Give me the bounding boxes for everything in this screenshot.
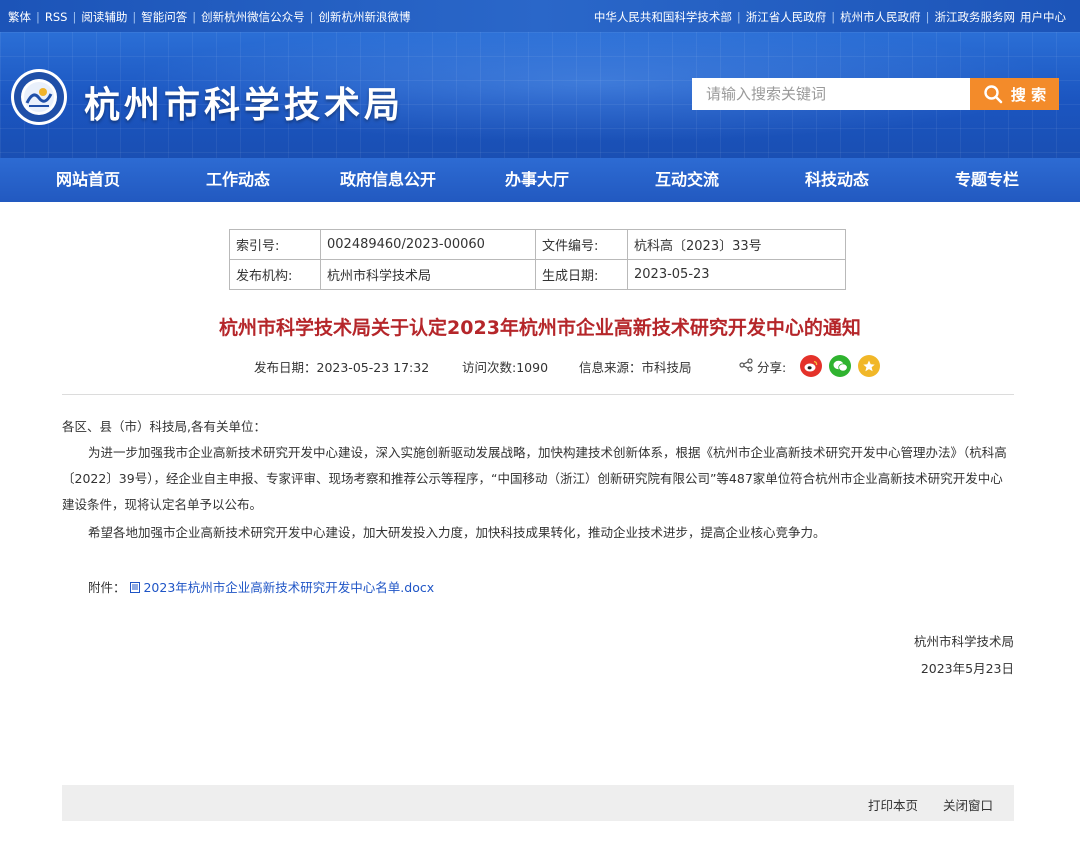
hangzhou-gov-link[interactable]: 杭州市人民政府	[840, 10, 921, 24]
content-divider	[62, 394, 1014, 395]
document-icon	[129, 582, 140, 593]
top-utility-bar: 繁体 | RSS | 阅读辅助 | 智能问答 | 创新杭州微信公众号 | 创新杭州新浪微博 中华人民…	[0, 0, 1080, 32]
close-window-button[interactable]: 关闭窗口	[943, 795, 993, 814]
nav-item-tech-news[interactable]: 科技动态	[805, 158, 869, 202]
weibo-share-icon[interactable]	[800, 355, 822, 377]
search-input[interactable]	[692, 78, 970, 110]
nav-item-work-news[interactable]: 工作动态	[206, 158, 270, 202]
wechat-share-icon[interactable]	[829, 355, 851, 377]
zjzwfw-link[interactable]: 浙江政务服务网	[935, 10, 1016, 24]
body-paragraph-1: 为进一步加强我市企业高新技术研究开发中心建设，深入实施创新驱动发展战略，加快构建…	[62, 445, 1007, 512]
zhejiang-gov-link[interactable]: 浙江省人民政府	[746, 10, 827, 24]
most-link[interactable]: 中华人民共和国科学技术部	[594, 10, 732, 24]
traditional-chinese-link[interactable]: 繁体	[8, 10, 31, 24]
signature-date: 2023年5月23日	[920, 661, 1014, 676]
nav-item-service-hall[interactable]: 办事大厅	[505, 158, 569, 202]
table-row: 索引号: 002489460/2023-00060 文件编号: 杭科高〔2023…	[229, 229, 846, 260]
table-row: 发布机构: 杭州市科学技术局 生成日期: 2023-05-23	[229, 259, 846, 290]
attachment-row: 附件： 2023年杭州市企业高新技术研究开发中心名单.docx	[88, 577, 434, 596]
index-label: 索引号:	[229, 229, 321, 260]
document-info-table: 索引号: 002489460/2023-00060 文件编号: 杭科高〔2023…	[229, 229, 846, 290]
doc-number-value: 杭科高〔2023〕33号	[627, 229, 846, 260]
attachment-file-link[interactable]: 2023年杭州市企业高新技术研究开发中心名单.docx	[143, 580, 434, 595]
generated-date-value: 2023-05-23	[627, 259, 846, 290]
nav-item-interaction[interactable]: 互动交流	[655, 158, 719, 202]
wechat-account-link[interactable]: 创新杭州微信公众号	[201, 10, 305, 24]
bureau-logo-icon	[11, 69, 67, 125]
publisher-value: 杭州市科学技术局	[320, 259, 536, 290]
salutation: 各区、县（市）科技局,各有关单位：	[62, 419, 266, 434]
site-header: 杭州市科学技术局 搜 索	[0, 32, 1080, 158]
search-button-label: 搜 索	[1010, 85, 1047, 104]
nav-item-home[interactable]: 网站首页	[56, 158, 120, 202]
generated-date-label: 生成日期:	[535, 259, 628, 290]
main-nav: 网站首页 工作动态 政府信息公开 办事大厅 互动交流 科技动态 专题专栏	[0, 158, 1080, 202]
nav-item-special-topics[interactable]: 专题专栏	[955, 158, 1019, 202]
visit-count: 访问次数:1090	[462, 360, 549, 375]
nav-item-gov-info[interactable]: 政府信息公开	[340, 158, 436, 202]
doc-number-label: 文件编号:	[535, 229, 628, 260]
qzone-share-icon[interactable]	[858, 355, 880, 377]
smart-qa-link[interactable]: 智能问答	[141, 10, 187, 24]
attachment-label: 附件：	[88, 580, 126, 595]
signature-organization: 杭州市科学技术局	[913, 634, 1014, 649]
site-title: 杭州市科学技术局	[84, 85, 405, 126]
info-source: 信息来源：市科技局	[579, 360, 692, 375]
reading-aid-link[interactable]: 阅读辅助	[81, 10, 127, 24]
share-icon	[739, 358, 753, 372]
search-button[interactable]: 搜 索	[970, 78, 1059, 110]
topbar-right-links: 中华人民共和国科学技术部 | 浙江省人民政府 | 杭州市人民政府 | 浙江政务服务网 用户中心	[593, 10, 1066, 24]
search-icon	[984, 85, 1003, 104]
publisher-label: 发布机构:	[229, 259, 321, 290]
user-center-link[interactable]: 用户中心	[1020, 10, 1066, 24]
topbar-left-links: 繁体 | RSS | 阅读辅助 | 智能问答 | 创新杭州微信公众号 | 创新杭州新浪微博	[8, 10, 411, 24]
publish-date: 发布日期：2023-05-23 17:32	[254, 360, 430, 375]
body-paragraph-2: 希望各地加强市企业高新技术研究开发中心建设，加大研发投入力度，加快科技成果转化，…	[88, 525, 826, 540]
share-label: 分享:	[757, 360, 787, 375]
print-page-button[interactable]: 打印本页	[868, 795, 918, 814]
index-value: 002489460/2023-00060	[320, 229, 536, 260]
weibo-account-link[interactable]: 创新杭州新浪微博	[318, 10, 410, 24]
article-title: 杭州市科学技术局关于认定2023年杭州市企业高新技术研究开发中心的通知	[219, 317, 861, 339]
rss-link[interactable]: RSS	[45, 10, 68, 24]
